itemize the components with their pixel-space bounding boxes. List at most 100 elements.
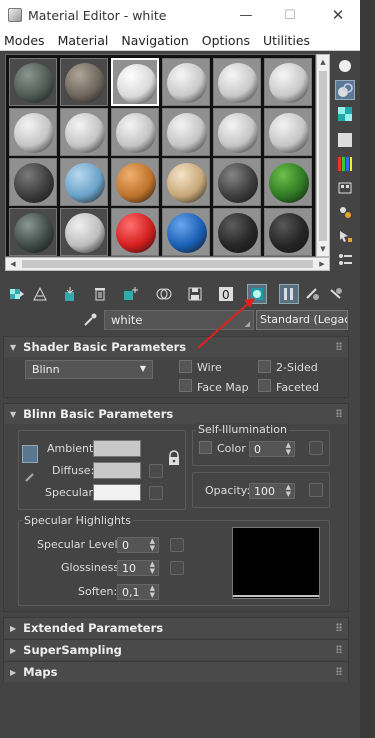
extended-parameters-header[interactable]: ▶ Extended Parameters (4, 618, 348, 638)
shader-type-dropdown[interactable]: Blinn ▼ (25, 360, 153, 379)
material-sample-slot[interactable] (111, 208, 159, 256)
slot-vertical-scrollbar[interactable]: ▲ ▼ (316, 54, 330, 257)
opacity-map-button[interactable] (309, 483, 323, 497)
maximize-icon[interactable]: ☐ (272, 0, 308, 30)
self-illum-spinner[interactable]: 0 ▲ ▼ (249, 441, 295, 457)
get-material-icon[interactable] (7, 284, 27, 304)
video-color-check-icon[interactable] (335, 154, 355, 174)
material-sphere (218, 163, 258, 203)
material-sample-slot[interactable] (213, 58, 261, 106)
wire-checkbox[interactable] (179, 360, 192, 373)
put-to-scene-icon[interactable] (30, 284, 50, 304)
options-icon[interactable] (335, 202, 355, 222)
shader-rollout-header[interactable]: ▼ Shader Basic Parameters (4, 337, 348, 357)
make-unique-icon[interactable] (121, 284, 141, 304)
slot-horizontal-scrollbar[interactable]: ◀ ▶ (5, 257, 330, 271)
material-sample-slot[interactable] (162, 208, 210, 256)
material-name-field[interactable]: white ◢ (104, 310, 254, 330)
material-sample-slot[interactable] (162, 58, 210, 106)
menu-navigation[interactable]: Navigation (121, 33, 188, 48)
scroll-thumb[interactable] (319, 71, 327, 241)
go-forward-to-sibling-icon[interactable] (326, 284, 346, 304)
self-illum-map-button[interactable] (309, 441, 323, 455)
opacity-spinner[interactable]: 100 ▲ ▼ (249, 483, 295, 499)
self-illum-color-checkbox[interactable] (199, 441, 212, 454)
material-sample-slot[interactable] (9, 208, 57, 256)
maps-header[interactable]: ▶ Maps (4, 662, 348, 682)
material-navigator-icon[interactable] (335, 250, 355, 270)
scroll-h-thumb[interactable] (22, 260, 313, 268)
scroll-down-icon[interactable]: ▼ (317, 242, 329, 256)
material-sample-slot[interactable] (264, 108, 312, 156)
app-icon (8, 8, 22, 22)
material-sample-slot[interactable] (60, 58, 108, 106)
material-sample-slot[interactable] (162, 108, 210, 156)
material-sample-slot[interactable] (111, 58, 159, 106)
faceted-checkbox[interactable] (258, 379, 271, 392)
specular-color-swatch[interactable] (93, 484, 141, 501)
material-type-button[interactable]: Standard (Legacy) (256, 310, 348, 330)
menu-modes[interactable]: Modes (4, 33, 45, 48)
assign-to-selection-icon[interactable] (60, 284, 80, 304)
reset-material-icon[interactable] (90, 284, 110, 304)
right-edge (360, 0, 375, 738)
material-sample-slot[interactable] (213, 158, 261, 206)
backlight-icon[interactable] (335, 80, 355, 100)
material-sample-slot[interactable] (9, 158, 57, 206)
minimize-icon[interactable]: — (228, 0, 264, 30)
glossiness-map-button[interactable] (170, 561, 184, 575)
lock-icon[interactable] (167, 450, 181, 466)
ambient-color-swatch[interactable] (93, 440, 141, 457)
soften-spinner[interactable]: 0,1 ▲ ▼ (117, 584, 159, 600)
menu-utilities[interactable]: Utilities (263, 33, 310, 48)
material-sample-slot[interactable] (111, 108, 159, 156)
eyedropper-icon[interactable] (80, 310, 100, 330)
show-end-result-icon[interactable] (279, 284, 299, 304)
material-sample-slot[interactable] (162, 158, 210, 206)
specular-level-spinner[interactable]: 0 ▲ ▼ (117, 537, 159, 553)
maps-rollout[interactable]: ▶ Maps (3, 661, 349, 682)
material-id-channel-icon[interactable]: 0 (217, 284, 237, 304)
material-sample-slot[interactable] (111, 158, 159, 206)
go-to-parent-icon[interactable] (302, 284, 322, 304)
diffuse-color-swatch[interactable] (93, 462, 141, 479)
make-material-copy-icon[interactable] (154, 284, 174, 304)
extended-parameters-rollout[interactable]: ▶ Extended Parameters (3, 617, 349, 638)
two-sided-checkbox[interactable] (258, 360, 271, 373)
specular-map-button[interactable] (149, 486, 163, 500)
put-to-library-icon[interactable] (185, 284, 205, 304)
specular-level-label: Specular Level: (37, 538, 122, 551)
material-sample-slot[interactable] (264, 158, 312, 206)
diffuse-map-button[interactable] (149, 464, 163, 478)
material-sample-slot[interactable] (60, 208, 108, 256)
make-preview-icon[interactable] (335, 178, 355, 198)
show-shaded-material-icon[interactable] (247, 284, 267, 304)
background-checker-icon[interactable] (335, 104, 355, 124)
specular-level-map-button[interactable] (170, 538, 184, 552)
material-sample-slot[interactable] (264, 58, 312, 106)
menu-options[interactable]: Options (202, 33, 250, 48)
link-icon[interactable] (22, 470, 38, 486)
scroll-right-icon[interactable]: ▶ (315, 258, 329, 270)
blinn-rollout-header[interactable]: ▼ Blinn Basic Parameters (4, 404, 348, 424)
supersampling-header[interactable]: ▶ SuperSampling (4, 640, 348, 660)
menu-material[interactable]: Material (58, 33, 109, 48)
sample-type-icon[interactable] (335, 56, 355, 76)
material-sample-slot[interactable] (213, 208, 261, 256)
material-sample-slot[interactable] (60, 108, 108, 156)
sample-uv-icon[interactable] (335, 130, 355, 150)
close-icon[interactable]: ✕ (320, 0, 356, 30)
glossiness-spinner[interactable]: 10 ▲ ▼ (117, 560, 159, 576)
lock-ambient-diffuse-icon[interactable] (22, 445, 38, 463)
material-sample-slot[interactable] (60, 158, 108, 206)
supersampling-rollout[interactable]: ▶ SuperSampling (3, 639, 349, 660)
material-sample-slot[interactable] (9, 58, 57, 106)
select-by-material-icon[interactable] (335, 226, 355, 246)
material-sample-slot[interactable] (264, 208, 312, 256)
extended-parameters-title: Extended Parameters (23, 621, 164, 635)
material-sample-slot[interactable] (213, 108, 261, 156)
scroll-up-icon[interactable]: ▲ (317, 55, 329, 69)
face-map-checkbox[interactable] (179, 379, 192, 392)
scroll-left-icon[interactable]: ◀ (6, 258, 20, 270)
material-sample-slot[interactable] (9, 108, 57, 156)
